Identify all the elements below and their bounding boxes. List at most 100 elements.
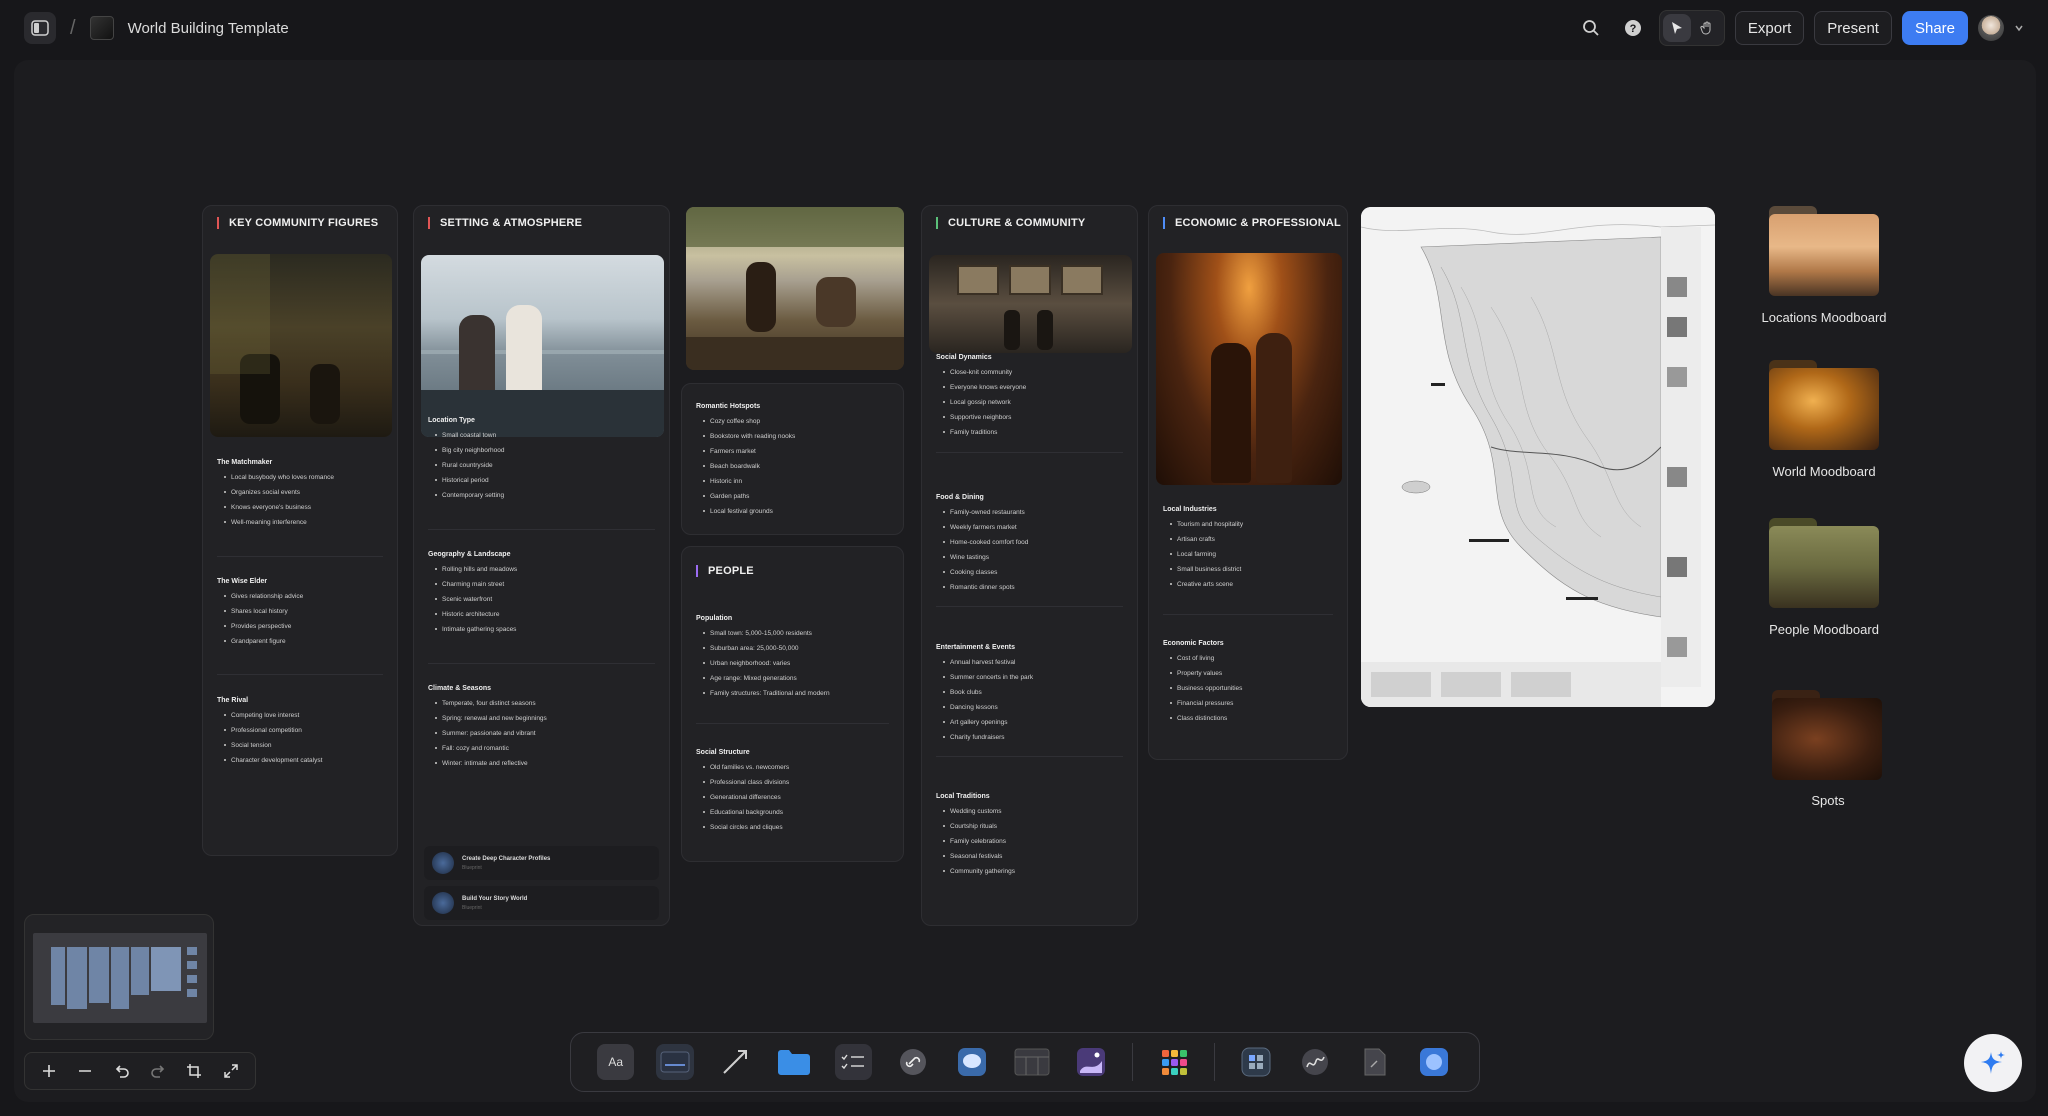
- bullet-list: Cozy coffee shop Bookstore with reading …: [696, 414, 889, 519]
- section-heading: Local Traditions: [936, 793, 990, 800]
- coastline-map-graphic: [1361, 207, 1715, 707]
- folder-people-moodboard[interactable]: [1769, 518, 1881, 608]
- folder-spots[interactable]: [1772, 690, 1884, 780]
- insert-toolbar-dock: Aa: [570, 1032, 1480, 1092]
- redo-button[interactable]: [144, 1057, 172, 1085]
- hand-tool-button[interactable]: [1693, 14, 1721, 42]
- note-tool[interactable]: [656, 1044, 694, 1080]
- section-entertainment-events: Entertainment & Events Annual harvest fe…: [922, 644, 1137, 745]
- card-romantic-hotspots[interactable]: Romantic Hotspots Cozy coffee shop Books…: [681, 383, 904, 535]
- list-item: Bookstore with reading nooks: [696, 429, 889, 444]
- document-thumbnail: [89, 16, 114, 40]
- section-local-industries: Local Industries Tourism and hospitality…: [1149, 506, 1347, 592]
- zoom-controls: [24, 1052, 256, 1090]
- list-item: Local gossip network: [936, 395, 1123, 410]
- expand-icon: [224, 1064, 238, 1078]
- comment-tool[interactable]: [954, 1044, 991, 1080]
- divider: [1163, 614, 1333, 615]
- undo-button[interactable]: [108, 1057, 136, 1085]
- table-tool[interactable]: [1013, 1044, 1050, 1080]
- topographic-map-image[interactable]: [1361, 207, 1715, 707]
- list-item: Organizes social events: [217, 485, 383, 500]
- document-title[interactable]: World Building Template: [128, 20, 289, 37]
- list-item: Shares local history: [217, 604, 383, 619]
- list-item: Competing love interest: [217, 708, 383, 723]
- sparkle-icon: [1981, 1051, 2005, 1074]
- select-tool-button[interactable]: [1662, 14, 1691, 42]
- minimap-viewport: [33, 933, 207, 1023]
- folder-label[interactable]: People Moodboard: [1734, 622, 1914, 637]
- template-tool[interactable]: [1237, 1044, 1274, 1080]
- blueprint-link-story-world[interactable]: Build Your Story World Blueprint: [424, 886, 659, 920]
- present-button[interactable]: Present: [1814, 11, 1892, 45]
- list-item: Wine tastings: [936, 550, 1123, 565]
- list-item: Family traditions: [936, 425, 1123, 440]
- section-geography-landscape: Geography & Landscape Rolling hills and …: [414, 551, 669, 637]
- line-tool[interactable]: [716, 1044, 753, 1080]
- card-culture-community[interactable]: CULTURE & COMMUNITY Social Dynamics Clos…: [921, 205, 1138, 926]
- link-icon: [899, 1049, 926, 1075]
- sidebar-toggle-button[interactable]: [24, 12, 56, 44]
- ai-assistant-button[interactable]: [1964, 1034, 2022, 1092]
- candlelit-couple-photo: [1156, 253, 1342, 485]
- todo-tool[interactable]: [834, 1044, 873, 1080]
- section-heading: Social Dynamics: [936, 354, 992, 361]
- list-item: Farmers market: [696, 444, 889, 459]
- image-tool[interactable]: [1073, 1044, 1110, 1080]
- link-tool[interactable]: [894, 1044, 931, 1080]
- export-button[interactable]: Export: [1734, 11, 1805, 45]
- folder-thumbnail: [1769, 526, 1879, 608]
- minimap[interactable]: [24, 914, 214, 1040]
- top-bar: / World Building Template ? Export Prese…: [0, 0, 2048, 58]
- folder-locations-moodboard[interactable]: [1769, 206, 1881, 296]
- help-button[interactable]: ?: [1617, 12, 1649, 44]
- chevron-down-icon[interactable]: [2014, 23, 2024, 33]
- blueprint-icon: [432, 852, 454, 874]
- zoom-out-button[interactable]: [71, 1057, 99, 1085]
- list-item: Home-cooked comfort food: [936, 535, 1123, 550]
- section-heading: Location Type: [428, 417, 475, 424]
- divider: [217, 556, 383, 557]
- pen-scribble-icon: [1302, 1049, 1329, 1075]
- board-tool[interactable]: [775, 1044, 812, 1080]
- folder-label[interactable]: World Moodboard: [1734, 464, 1914, 479]
- fullscreen-button[interactable]: [217, 1057, 245, 1085]
- upload-tool[interactable]: [1356, 1044, 1393, 1080]
- share-button[interactable]: Share: [1901, 11, 1968, 45]
- fit-frame-button[interactable]: [180, 1057, 208, 1085]
- card-title: ECONOMIC & PROFESSIONAL: [1163, 217, 1341, 229]
- list-item: Cooking classes: [936, 565, 1123, 580]
- card-people[interactable]: PEOPLE Population Small town: 5,000-15,0…: [681, 546, 904, 862]
- folder-label[interactable]: Locations Moodboard: [1734, 310, 1914, 325]
- folder-world-moodboard[interactable]: [1769, 360, 1881, 450]
- search-button[interactable]: [1575, 12, 1607, 44]
- user-avatar[interactable]: [1978, 15, 2004, 41]
- sketch-tool[interactable]: [1416, 1044, 1453, 1080]
- list-item: Scenic waterfront: [428, 592, 655, 607]
- list-item: Annual harvest festival: [936, 655, 1123, 670]
- canvas[interactable]: KEY COMMUNITY FIGURES The Matchmaker Loc…: [14, 60, 2036, 1102]
- folder-icon: [1769, 360, 1879, 450]
- list-item: Financial pressures: [1163, 696, 1333, 711]
- card-setting-atmosphere[interactable]: SETTING & ATMOSPHERE Location Type Small…: [413, 205, 670, 926]
- terrace-photo[interactable]: [686, 207, 904, 370]
- apps-tool[interactable]: [1155, 1044, 1192, 1080]
- section-economic-factors: Economic Factors Cost of living Property…: [1149, 640, 1347, 726]
- list-item: Family-owned restaurants: [936, 505, 1123, 520]
- folder-thumbnail: [1772, 698, 1882, 780]
- section-social-structure: Social Structure Old families vs. newcom…: [682, 749, 903, 835]
- zoom-in-button[interactable]: [35, 1057, 63, 1085]
- list-item: Rolling hills and meadows: [428, 562, 655, 577]
- draw-tool[interactable]: [1297, 1044, 1334, 1080]
- card-title: SETTING & ATMOSPHERE: [428, 217, 582, 229]
- blueprint-link-character-profiles[interactable]: Create Deep Character Profiles Blueprint: [424, 846, 659, 880]
- card-key-community-figures[interactable]: KEY COMMUNITY FIGURES The Matchmaker Loc…: [202, 205, 398, 856]
- text-tool[interactable]: Aa: [597, 1044, 635, 1080]
- divider: [936, 756, 1123, 757]
- redo-icon: [151, 1065, 165, 1078]
- folder-label[interactable]: Spots: [1738, 793, 1918, 808]
- list-item: Small coastal town: [428, 428, 655, 443]
- cursor-icon: [1671, 22, 1682, 34]
- dock-separator: [1214, 1043, 1216, 1081]
- card-economic-professional[interactable]: ECONOMIC & PROFESSIONAL Local Industries…: [1148, 205, 1348, 760]
